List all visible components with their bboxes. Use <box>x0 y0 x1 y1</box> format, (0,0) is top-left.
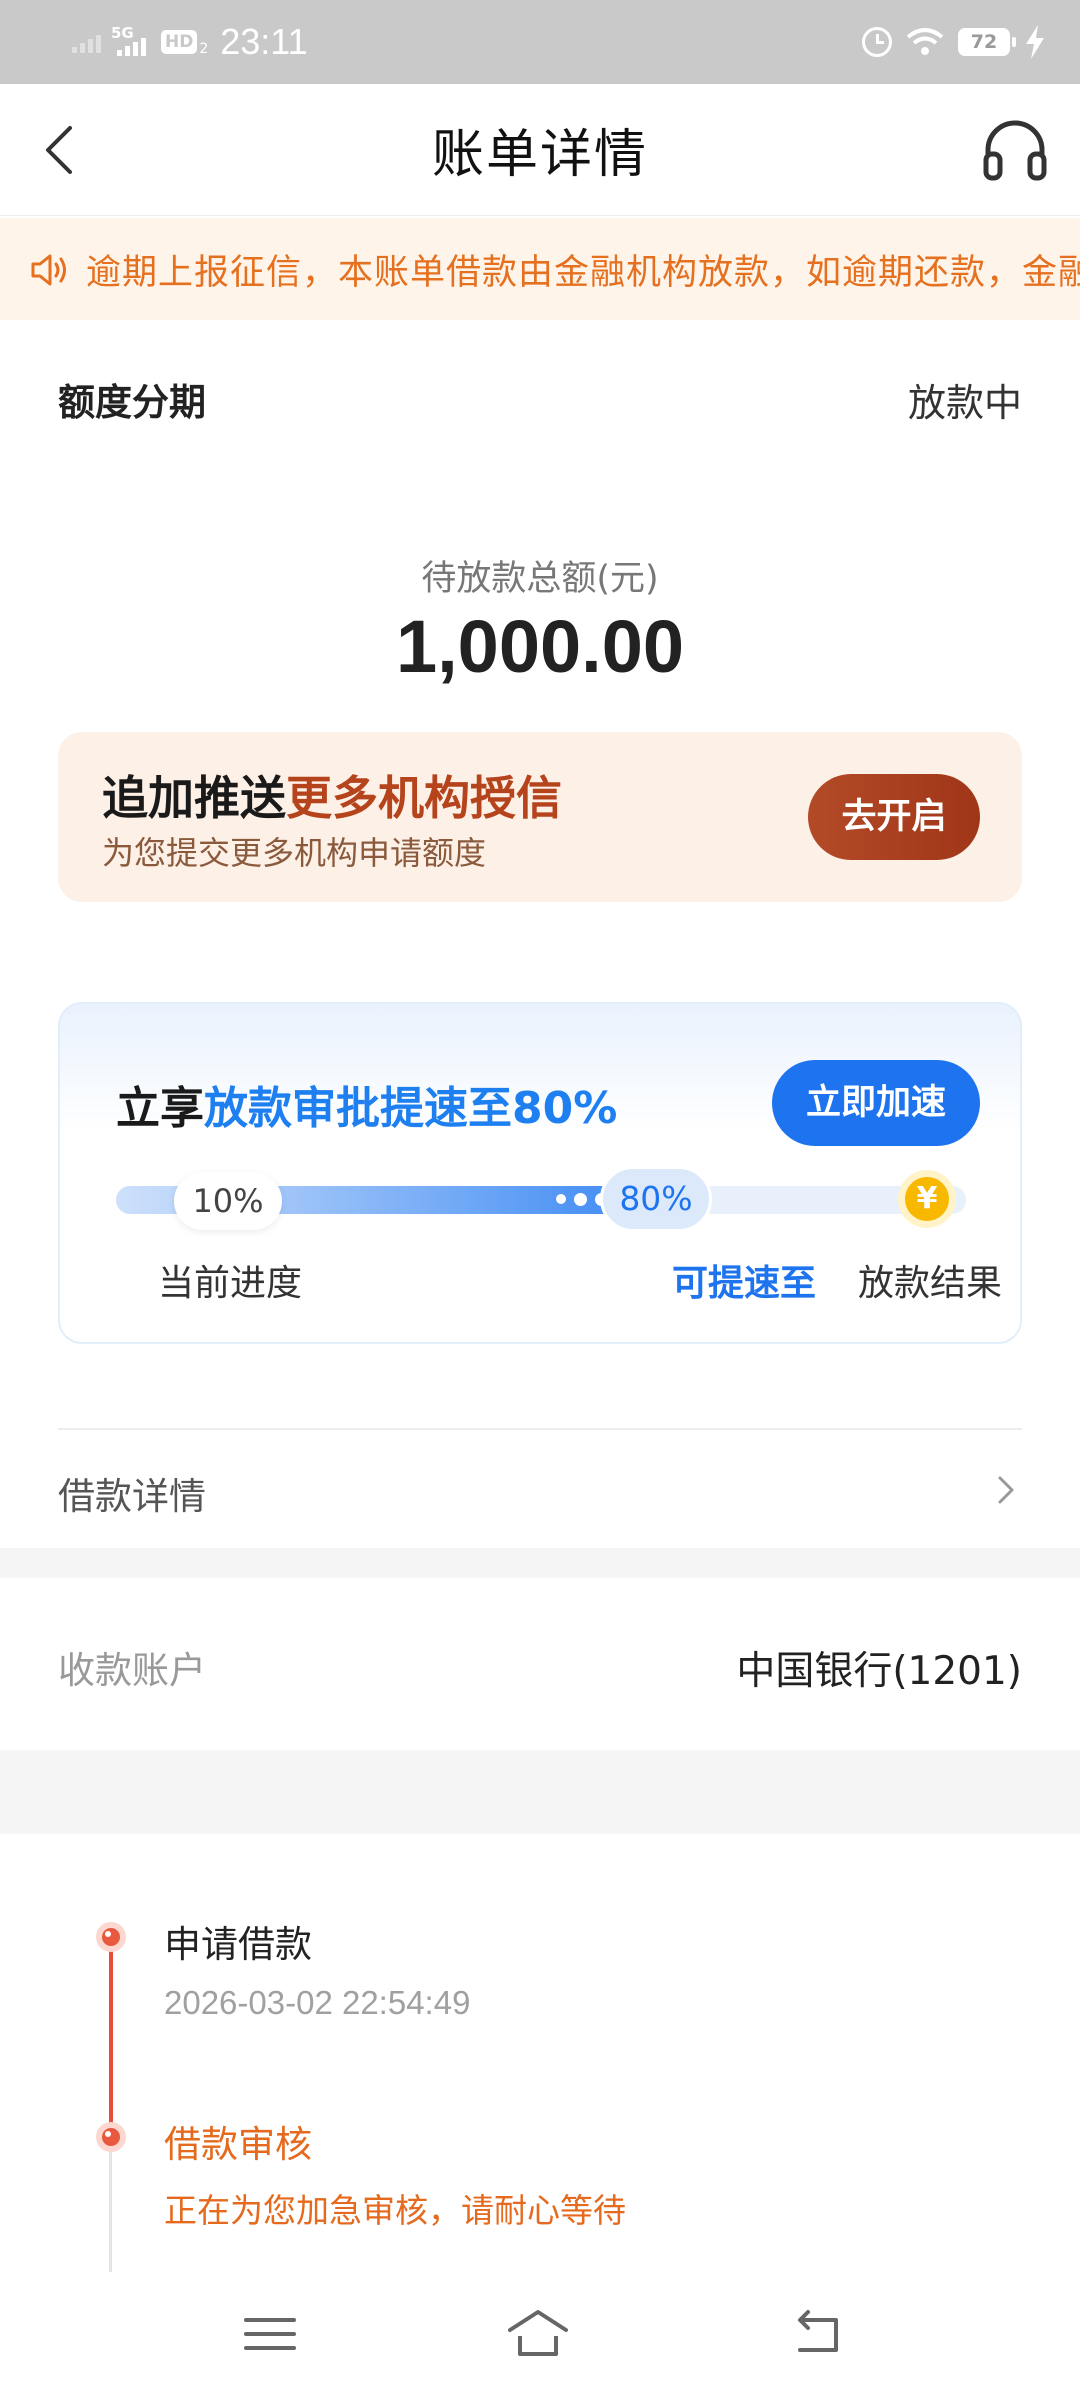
timeline-line-done <box>109 1938 113 2134</box>
headset-icon <box>983 120 1047 181</box>
timeline-step-time: 2026-03-02 22:54:49 <box>164 1984 471 2021</box>
signal-1-icon <box>72 31 101 53</box>
wifi-icon <box>906 28 944 55</box>
promo-card: 追加推送更多机构授信 为您提交更多机构申请额度 去开启 <box>58 732 1022 902</box>
coin-symbol: ¥ <box>905 1177 949 1221</box>
timeline-dot <box>96 1922 126 1952</box>
loan-detail-label: 借款详情 <box>58 1475 206 1518</box>
product-name: 额度分期 <box>58 381 206 424</box>
menu-icon[interactable] <box>238 2306 302 2362</box>
speedup-title-plain: 立享 <box>116 1083 204 1134</box>
alarm-icon <box>862 27 892 57</box>
promo-title-plain: 追加推送 <box>102 771 286 825</box>
notice-bar[interactable]: 逾期上报征信，本账单借款由金融机构放款，如逾期还款，金融机构 <box>0 218 1080 320</box>
timeline-dot <box>96 2122 126 2152</box>
hd-voice-icon: HD <box>161 30 198 54</box>
status-left: 5G HD 2 23:11 <box>72 18 308 66</box>
status-right: 72 <box>862 22 1046 62</box>
current-progress-pill: 10% <box>174 1172 282 1230</box>
system-navigation-bar <box>0 2272 1080 2400</box>
back-nav-icon[interactable] <box>790 2306 854 2362</box>
chevron-right-icon <box>998 1476 1014 1504</box>
timeline-step-title: 借款审核 <box>164 2123 312 2166</box>
pending-amount: 1,000.00 <box>395 605 685 688</box>
amount-label: 待放款总额(元) <box>421 559 659 599</box>
step-result-label: 放款结果 <box>858 1263 1003 1304</box>
signal-2-icon: 5G <box>107 22 151 62</box>
promo-title: 追加推送更多机构授信 <box>102 762 562 828</box>
timeline-line-pending <box>109 2150 112 2272</box>
customer-service-button[interactable] <box>980 114 1050 184</box>
speaker-icon <box>31 254 66 286</box>
speedup-title: 立享放款审批提速至80% <box>116 1072 617 1136</box>
step-current-label: 当前进度 <box>158 1263 303 1304</box>
account-label: 收款账户 <box>58 1649 206 1692</box>
timeline-step-title: 申请借款 <box>164 1923 312 1966</box>
speedup-card: 立享放款审批提速至80% 立即加速 10% 80% ¥ 当前进度 可提速至 放款… <box>58 1002 1022 1344</box>
navigation-bar: 账单详情 <box>0 84 1080 216</box>
speedup-title-highlight: 放款审批提速至80% <box>204 1083 618 1134</box>
home-icon[interactable] <box>506 2306 570 2362</box>
timeline-step-desc: 正在为您加急审核，请耐心等待 <box>164 2191 626 2230</box>
accelerate-button[interactable]: 立即加速 <box>772 1060 980 1146</box>
clock: 23:11 <box>220 21 308 62</box>
status-bar: 5G HD 2 23:11 72 <box>0 0 1080 84</box>
loan-status: 放款中 <box>907 381 1022 425</box>
target-progress-pill: 80% <box>600 1166 712 1232</box>
charging-icon <box>1026 25 1044 59</box>
section-gap <box>0 1750 1080 1834</box>
notice-text: 逾期上报征信，本账单借款由金融机构放款，如逾期还款，金融机构 <box>86 253 1080 293</box>
hd-sub: 2 <box>199 41 209 57</box>
step-target-label: 可提速至 <box>672 1263 817 1304</box>
coin-icon: ¥ <box>898 1170 956 1228</box>
promo-title-highlight: 更多机构授信 <box>286 771 562 825</box>
receiving-account-row: 收款账户 中国银行(1201) <box>0 1578 1080 1750</box>
enable-button[interactable]: 去开启 <box>808 774 980 860</box>
promo-subtitle: 为您提交更多机构申请额度 <box>102 834 487 872</box>
section-gap <box>0 1548 1080 1578</box>
battery-icon: 72 <box>958 28 1016 56</box>
account-value: 中国银行(1201) <box>736 1649 1022 1694</box>
page-title: 账单详情 <box>431 125 648 185</box>
loan-detail-row[interactable]: 借款详情 <box>0 1430 1080 1546</box>
